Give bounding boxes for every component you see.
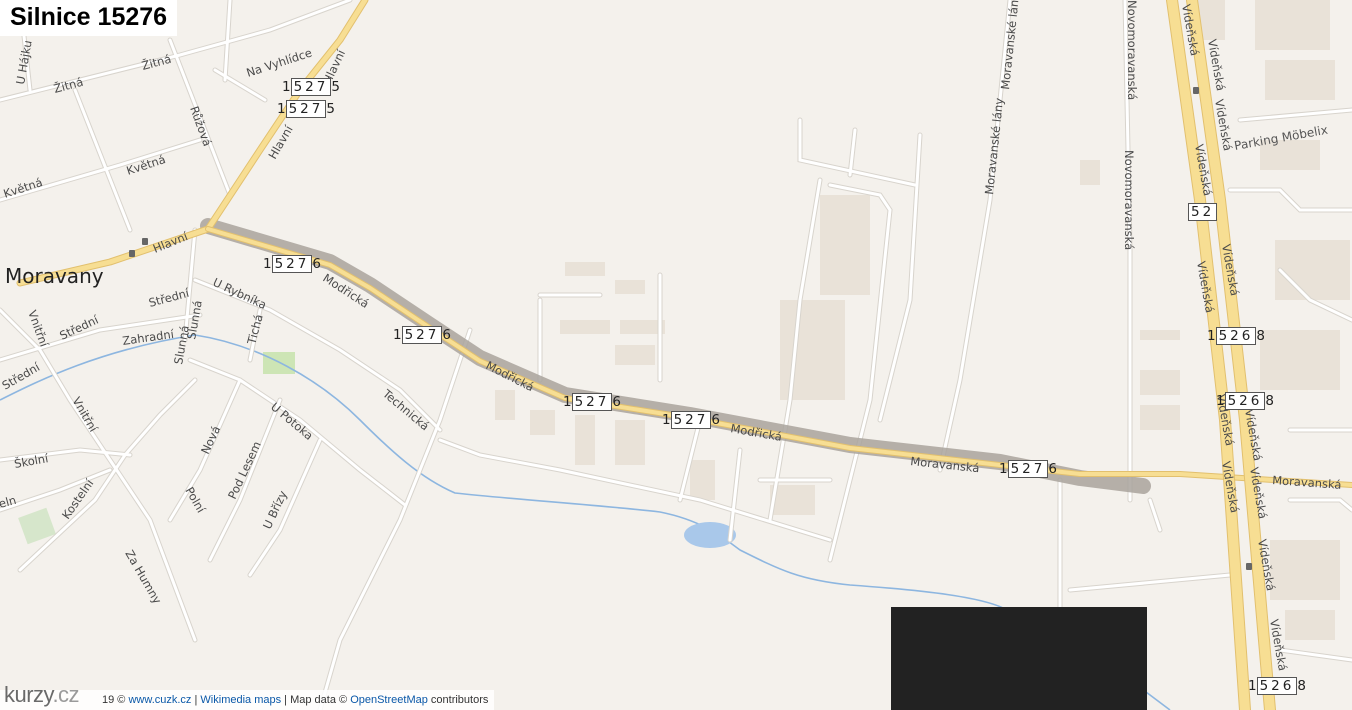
redaction-box (891, 607, 1147, 710)
attribution-contributors: contributors (430, 694, 489, 706)
logo-cz-text: .cz (52, 682, 80, 707)
main-roads (16, 0, 1352, 710)
road-shield-15275: 1 527 5 (277, 100, 335, 118)
road-shield-15276: 1 527 6 (263, 255, 321, 273)
label-hlavni-2: Hlavní (265, 122, 296, 161)
label-stredni-3: Střední (0, 359, 43, 392)
label-zitna-2: Žitná (140, 51, 173, 73)
minor-roads (0, 0, 1352, 710)
label-polni: Polní (182, 485, 208, 516)
road-shield-15276: 1 527 6 (563, 393, 621, 411)
attribution-map-data: | Map data © (284, 694, 348, 706)
kurzy-cz-logo[interactable]: kurzy.cz (4, 682, 80, 708)
road-shield-15276: 1 527 6 (662, 411, 720, 429)
label-zitna-1: Žitná (52, 74, 85, 96)
label-nova: Nová (198, 424, 223, 457)
label-na-vyhlidce: Na Vyhlídce (245, 46, 314, 80)
town-label-moravany: Moravany (5, 264, 104, 288)
cuzk-link[interactable]: www.cuzk.cz (128, 694, 191, 706)
road-shield-15276: 1 527 6 (999, 460, 1057, 478)
label-hlavni-1: Hlavní (151, 229, 191, 256)
road-shield-15268: 1 526 8 (1248, 677, 1306, 695)
label-u-potoka: U Potoka (268, 400, 316, 443)
label-moravanska-2: Moravanská (1272, 473, 1342, 492)
attribution-year: 19 © (102, 694, 126, 706)
label-videnska-10: Vídeňská (1219, 460, 1242, 514)
label-fragment: eln (0, 493, 18, 511)
buildings (495, 0, 1350, 640)
minor-roads-casing (0, 0, 1352, 710)
logo-text: kurzy (4, 682, 53, 707)
map-canvas: Hlavní Hlavní Hlavní Modřická Modřická M… (0, 0, 1352, 710)
label-za-humny: Za Humny (122, 548, 164, 607)
label-kvetna-1: Květná (2, 175, 45, 201)
label-vnitrni-1: Vnitřní (25, 308, 51, 349)
label-novomoravanska-2: Novomoravanská (1122, 150, 1136, 250)
road-shield-15268: 1 526 8 (1216, 392, 1274, 410)
label-ticha: Tichá (244, 313, 266, 347)
attribution-separator: | (194, 694, 198, 706)
road-shield-15275: 1 527 5 (282, 78, 340, 96)
label-stredni-1: Střední (147, 286, 191, 310)
map-view[interactable]: Hlavní Hlavní Hlavní Modřická Modřická M… (0, 0, 1352, 710)
label-moravanske-lany: Moravanské lány (982, 97, 1006, 195)
label-u-rybnika: U Rybníka (211, 275, 269, 312)
label-u-brizy: U Břízy (260, 488, 290, 531)
wikimedia-maps-link[interactable]: Wikimedia maps (200, 694, 281, 706)
label-moravanske-lany-2: Moravanské lány (998, 0, 1022, 90)
road-shield-15276: 1 527 6 (393, 326, 451, 344)
label-u-hajku: U Hájku (13, 39, 35, 85)
label-novomoravanska-1: Novomoravanská (1125, 0, 1139, 100)
label-vnitrni-2: Vnitřní (69, 395, 100, 435)
page-title: Silnice 15276 (0, 0, 178, 36)
road-shield-152: 52 (1188, 203, 1218, 221)
road-shield-15268: 1 526 8 (1207, 327, 1265, 345)
openstreetmap-link[interactable]: OpenStreetMap (350, 694, 428, 706)
label-skolni: Školní (13, 450, 50, 471)
